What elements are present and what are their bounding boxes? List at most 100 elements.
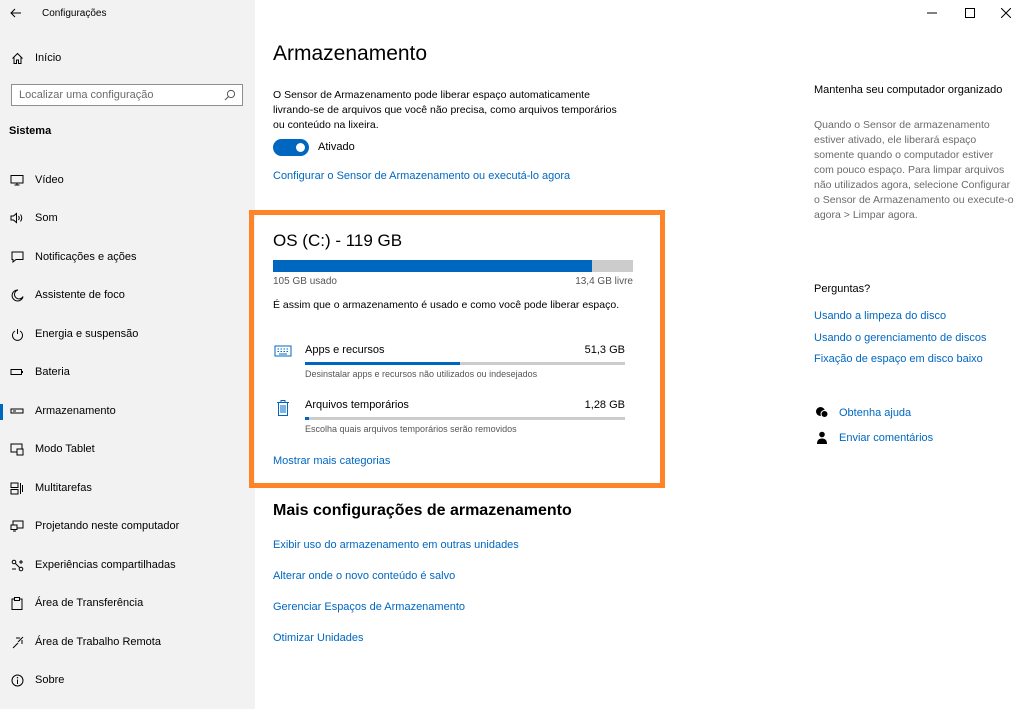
category-name: Apps e recursos xyxy=(305,344,385,356)
configure-storage-sense-link[interactable]: Configurar o Sensor de Armazenamento ou … xyxy=(273,170,570,182)
sidebar-item-label: Som xyxy=(35,212,58,224)
tip-text: Quando o Sensor de armazenamento estiver… xyxy=(814,119,1014,221)
tip-title: Mantenha seu computador organizado xyxy=(814,84,1003,96)
page-title: Armazenamento xyxy=(273,42,428,65)
toggle-knob xyxy=(296,143,305,152)
more-settings-title: Mais configurações de armazenamento xyxy=(273,502,572,519)
category-apps[interactable]: Apps e recursos 51,3 GB Desinstalar apps… xyxy=(273,344,633,384)
moon-icon xyxy=(9,288,25,302)
maximize-icon xyxy=(965,8,975,18)
sidebar-item-label: Assistente de foco xyxy=(35,289,125,301)
drive-usage-fill xyxy=(273,260,593,272)
drive-free-label: 13,4 GB livre xyxy=(575,276,633,287)
category-size: 51,3 GB xyxy=(584,344,625,356)
trash-icon xyxy=(273,399,293,417)
get-help-link[interactable]: Obtenha ajuda xyxy=(839,407,911,419)
sidebar: Configurações Início Sistema Vídeo Som N… xyxy=(0,0,255,709)
clipboard-icon xyxy=(9,596,25,610)
disk-management-link[interactable]: Usando o gerenciamento de discos xyxy=(814,332,986,344)
sidebar-item-label: Projetando neste computador xyxy=(35,520,180,532)
category-subtext: Desinstalar apps e recursos não utilizad… xyxy=(305,369,538,379)
remote-icon xyxy=(9,636,25,649)
sidebar-item-shared[interactable]: Experiências compartilhadas xyxy=(0,549,255,581)
disk-cleanup-link[interactable]: Usando a limpeza do disco xyxy=(814,310,946,322)
projecting-icon xyxy=(9,520,25,532)
manage-storage-spaces-link[interactable]: Gerenciar Espaços de Armazenamento xyxy=(273,601,465,613)
feedback-row[interactable]: Enviar comentários xyxy=(814,431,933,445)
usage-description: É assim que o armazenamento é usado e co… xyxy=(273,299,620,311)
sidebar-item-notifications[interactable]: Notificações e ações xyxy=(0,241,255,273)
speaker-icon xyxy=(9,212,25,224)
low-disk-space-link[interactable]: Fixação de espaço em disco baixo xyxy=(814,353,983,365)
sidebar-item-label: Modo Tablet xyxy=(35,443,95,455)
tablet-icon xyxy=(9,443,25,456)
questions-title: Perguntas? xyxy=(814,283,871,295)
optimize-drives-link[interactable]: Otimizar Unidades xyxy=(273,632,363,644)
app-title: Configurações xyxy=(42,7,107,19)
category-temp-files[interactable]: Arquivos temporários 1,28 GB Escolha qua… xyxy=(273,399,633,439)
sidebar-item-about[interactable]: Sobre xyxy=(0,664,255,696)
search-icon[interactable] xyxy=(224,89,236,104)
show-more-categories-link[interactable]: Mostrar mais categorias xyxy=(273,455,390,467)
storage-sense-toggle[interactable] xyxy=(273,139,309,156)
shared-icon xyxy=(9,559,25,572)
sidebar-item-label: Área de Transferência xyxy=(35,597,144,609)
power-icon xyxy=(9,328,25,341)
send-feedback-link[interactable]: Enviar comentários xyxy=(839,432,933,444)
sidebar-item-label: Área de Trabalho Remota xyxy=(35,636,161,648)
search-input[interactable] xyxy=(12,89,212,101)
sidebar-item-video[interactable]: Vídeo xyxy=(0,164,255,196)
titlebar: Configurações xyxy=(0,0,255,26)
sidebar-item-power[interactable]: Energia e suspensão xyxy=(0,318,255,350)
toggle-label: Ativado xyxy=(318,141,355,153)
sidebar-item-multitask[interactable]: Multitarefas xyxy=(0,472,255,504)
get-help-row[interactable]: Obtenha ajuda xyxy=(814,406,911,419)
sidebar-item-projecting[interactable]: Projetando neste computador xyxy=(0,510,255,542)
change-save-location-link[interactable]: Alterar onde o novo conteúdo é salvo xyxy=(273,570,455,582)
info-icon xyxy=(9,674,25,687)
minimize-button[interactable] xyxy=(914,0,950,26)
display-icon xyxy=(9,174,25,186)
drive-title: OS (C:) - 119 GB xyxy=(273,231,403,250)
sidebar-item-label: Armazenamento xyxy=(35,405,116,417)
storage-icon xyxy=(9,406,25,416)
help-chat-icon xyxy=(814,406,830,419)
close-button[interactable] xyxy=(988,0,1024,26)
multitask-icon xyxy=(9,482,25,495)
sidebar-item-tablet[interactable]: Modo Tablet xyxy=(0,433,255,465)
sidebar-item-sound[interactable]: Som xyxy=(0,202,255,234)
apps-icon xyxy=(273,344,293,358)
sidebar-item-remote[interactable]: Área de Trabalho Remota xyxy=(0,626,255,658)
sidebar-item-focus[interactable]: Assistente de foco xyxy=(0,279,255,311)
feedback-icon xyxy=(814,431,830,445)
battery-icon xyxy=(9,367,25,377)
category-name: Arquivos temporários xyxy=(305,399,409,411)
back-arrow-icon xyxy=(10,8,21,18)
drive-usage-bar xyxy=(273,260,633,272)
drive-used-label: 105 GB usado xyxy=(273,276,337,287)
home-icon xyxy=(9,52,25,65)
sidebar-item-label: Multitarefas xyxy=(35,482,92,494)
back-button[interactable] xyxy=(0,0,32,26)
notification-icon xyxy=(9,251,25,263)
sidebar-item-home[interactable]: Início xyxy=(0,42,255,74)
sidebar-item-battery[interactable]: Bateria xyxy=(0,356,255,388)
close-icon xyxy=(1001,8,1011,18)
category-bar-fill xyxy=(305,362,461,365)
category-size: 1,28 GB xyxy=(584,399,625,411)
category-subtext: Escolha quais arquivos temporários serão… xyxy=(305,424,517,434)
category-bar xyxy=(305,362,625,365)
section-title: Sistema xyxy=(9,125,52,137)
sidebar-item-clipboard[interactable]: Área de Transferência xyxy=(0,587,255,619)
storage-sense-description: O Sensor de Armazenamento pode liberar e… xyxy=(273,89,617,131)
maximize-button[interactable] xyxy=(952,0,988,26)
category-bar-fill xyxy=(305,417,309,420)
sidebar-item-label: Vídeo xyxy=(35,174,64,186)
other-drives-usage-link[interactable]: Exibir uso do armazenamento em outras un… xyxy=(273,539,519,551)
sidebar-item-storage[interactable]: Armazenamento xyxy=(0,395,255,427)
sidebar-item-label: Sobre xyxy=(35,674,65,686)
search-box[interactable] xyxy=(11,84,243,106)
sidebar-item-label: Bateria xyxy=(35,366,70,378)
sidebar-item-label: Experiências compartilhadas xyxy=(35,559,176,571)
minimize-icon xyxy=(927,12,937,14)
